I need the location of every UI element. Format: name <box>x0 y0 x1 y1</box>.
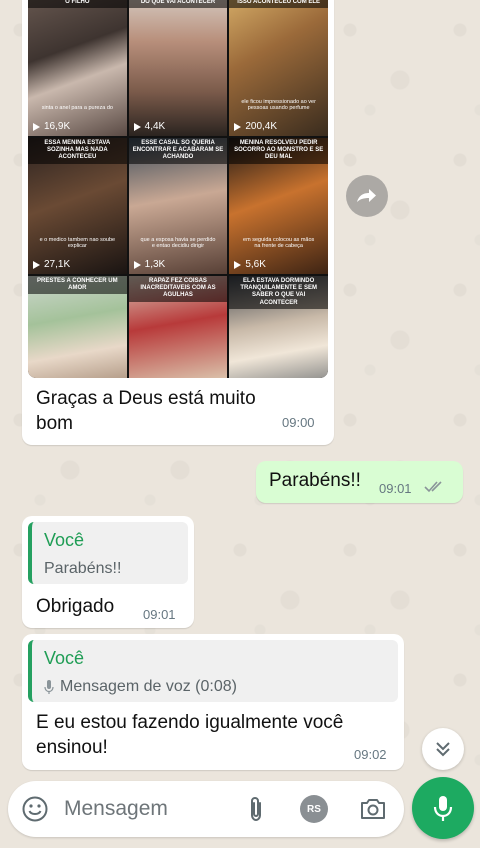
message-composer: Mensagem RS <box>8 781 404 837</box>
incoming-reply-message[interactable]: Você Mensagem de voz (0:08) E eu estou f… <box>22 634 404 770</box>
play-icon <box>133 122 141 131</box>
media-tile[interactable]: ESSA MENINA ESTAVA SOZINHA MAS NADA ACON… <box>28 138 127 274</box>
tile-caption: ELA ESTAVA DORMINDO TRANQUILAMENTE E SEM… <box>229 276 328 309</box>
media-grid: ESSE PAI FEZ UM ANEL PARA O FILHO sinta … <box>28 0 328 378</box>
quoted-message[interactable]: Você Parabéns!! <box>28 522 188 584</box>
media-tile[interactable]: ELE ERA SO UM HOMEM TUDO ISSO ACONTECEU … <box>229 0 328 136</box>
outgoing-message[interactable]: Parabéns!! 09:01 <box>256 461 463 503</box>
forward-button[interactable] <box>346 175 388 217</box>
tile-views: 4,4K <box>133 121 165 132</box>
emoji-button[interactable] <box>20 794 50 824</box>
message-time: 09:00 <box>282 415 315 430</box>
scroll-to-bottom-button[interactable] <box>422 728 464 770</box>
tile-subtitle: em seguida colocou as mãos na frente de … <box>243 236 315 250</box>
tile-subtitle: sinta o anel para a pureza do <box>41 105 113 112</box>
message-time: 09:01 <box>143 607 176 622</box>
tile-caption: ESSA MENINA ESTAVA SOZINHA MAS NADA ACON… <box>28 138 127 164</box>
tile-caption: ESSE CASAL SO QUERIA ENCONTRAR E ACABARA… <box>128 138 228 164</box>
tile-caption: PRESTES A CONHECER UM AMOR <box>28 276 127 295</box>
tile-caption: MENINA RESOLVEU PEDIR SOCORRO AO MONSTRO… <box>229 138 328 164</box>
tile-views: 200,4K <box>234 121 277 132</box>
quote-author: Você <box>44 530 85 550</box>
camera-icon <box>361 799 385 819</box>
payment-button[interactable]: RS <box>299 794 329 824</box>
tile-caption: ELE ERA SO UM HOMEM TUDO ISSO ACONTECEU … <box>229 0 328 9</box>
quote-text: Mensagem de voz (0:08) <box>44 678 237 696</box>
play-icon <box>33 122 40 131</box>
media-tile[interactable]: MENINA RESOLVEU PEDIR SOCORRO AO MONSTRO… <box>229 138 328 274</box>
play-icon <box>33 260 40 269</box>
microphone-icon <box>44 680 54 694</box>
message-input[interactable]: Mensagem <box>64 797 168 821</box>
message-time: 09:02 <box>354 747 387 762</box>
mic-icon <box>433 796 453 821</box>
tile-views: 27,1K <box>33 259 70 270</box>
tile-caption: ESSE PAI FEZ UM ANEL PARA O FILHO <box>28 0 127 9</box>
play-icon <box>234 122 242 131</box>
emoji-icon <box>22 796 48 822</box>
media-tile[interactable]: PRESTES A CONHECER UM AMOR <box>28 276 127 378</box>
tile-subtitle: que a esposa havia se perdido e entao de… <box>140 236 216 250</box>
voice-record-button[interactable] <box>412 777 474 839</box>
tile-caption: RAPAZ FEZ COISAS INACREDITAVEIS COM AS A… <box>128 276 228 302</box>
quoted-message[interactable]: Você Mensagem de voz (0:08) <box>28 640 398 702</box>
media-tile[interactable]: RAPAZ FEZ COISAS INACREDITAVEIS COM AS A… <box>128 276 228 378</box>
tile-views: 16,9K <box>33 121 70 132</box>
forward-icon <box>357 189 376 202</box>
attach-icon <box>251 796 261 822</box>
tile-caption: ESSA FAMILIA NAO FAZ IDEIA DO QUE VAI AC… <box>128 0 228 9</box>
rs-badge: RS <box>300 795 328 823</box>
play-icon <box>133 260 141 269</box>
incoming-reply-message[interactable]: Você Parabéns!! Obrigado 09:01 <box>22 516 194 628</box>
incoming-media-message[interactable]: ESSE PAI FEZ UM ANEL PARA O FILHO sinta … <box>22 0 334 445</box>
tile-views: 1,3K <box>133 259 165 270</box>
quote-author: Você <box>44 648 85 668</box>
play-icon <box>234 260 242 269</box>
quote-text: Parabéns!! <box>44 560 122 577</box>
message-time: 09:01 <box>379 481 412 496</box>
chevron-double-down-icon <box>436 742 450 757</box>
tile-subtitle: ele ficou impressionado ao ver pessoas u… <box>241 98 316 112</box>
message-text: Graças a Deus está muito bom <box>36 388 256 434</box>
media-tile[interactable]: ESSE CASAL SO QUERIA ENCONTRAR E ACABARA… <box>128 138 228 274</box>
message-text: Obrigado <box>36 596 115 617</box>
media-tile[interactable]: ESSA FAMILIA NAO FAZ IDEIA DO QUE VAI AC… <box>128 0 228 136</box>
message-text: Parabéns!! <box>269 470 361 491</box>
message-text: E eu estou fazendo igualmente você ensin… <box>36 712 344 758</box>
tile-views: 5,6K <box>234 259 266 270</box>
camera-button[interactable] <box>358 794 388 824</box>
double-check-icon <box>424 481 442 493</box>
media-tile[interactable]: ELA ESTAVA DORMINDO TRANQUILAMENTE E SEM… <box>229 276 328 378</box>
attach-button[interactable] <box>243 794 269 824</box>
media-tile[interactable]: ESSE PAI FEZ UM ANEL PARA O FILHO sinta … <box>28 0 127 136</box>
tile-subtitle: e o medico tambem nao soube explicar <box>39 236 116 250</box>
